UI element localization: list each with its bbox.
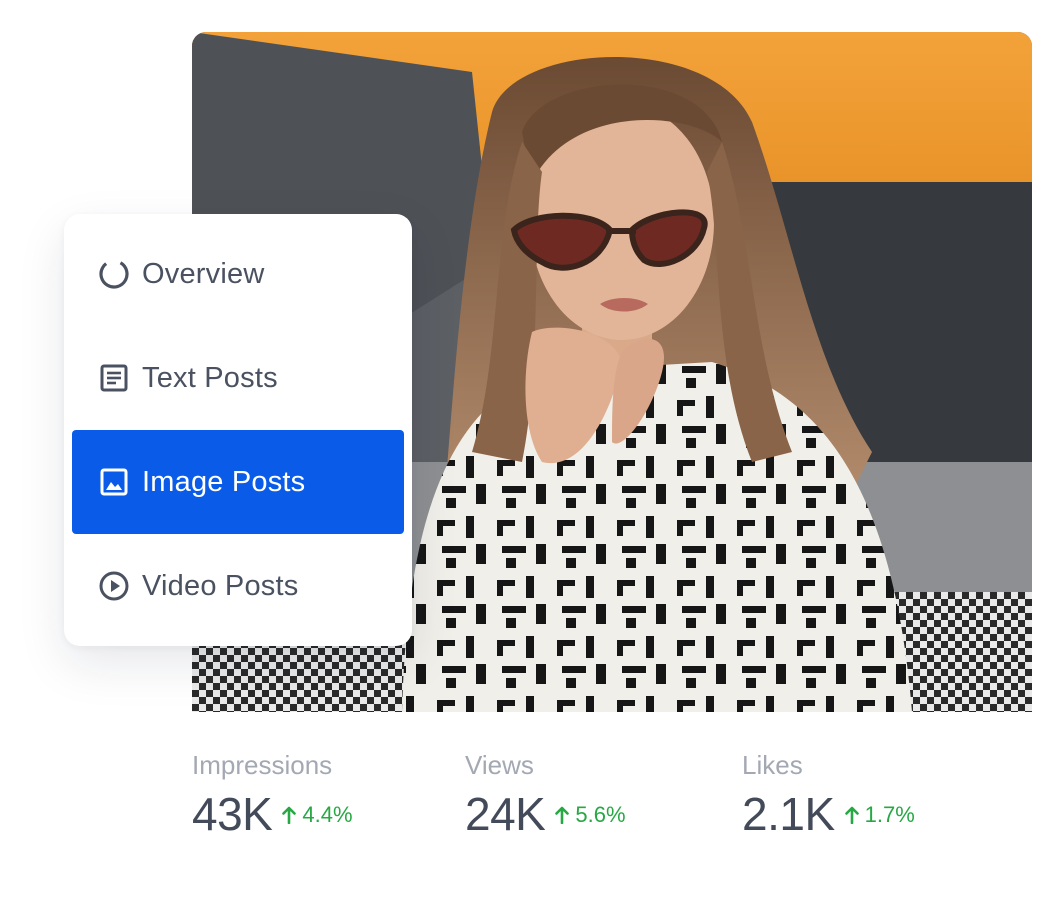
image-icon bbox=[98, 466, 130, 498]
menu-item-text-posts[interactable]: Text Posts bbox=[72, 326, 404, 430]
stat-value: 2.1K bbox=[742, 788, 835, 840]
menu-item-label: Overview bbox=[142, 257, 265, 290]
document-icon bbox=[98, 362, 130, 394]
menu-item-label: Video Posts bbox=[142, 569, 299, 602]
play-circle-icon bbox=[98, 570, 130, 602]
stat-value: 24K bbox=[465, 788, 546, 840]
menu-item-image-posts[interactable]: Image Posts bbox=[72, 430, 404, 534]
stat-change-value: 1.7% bbox=[864, 802, 915, 827]
stat-impressions: Impressions 43K 4.4% bbox=[192, 748, 353, 840]
stat-views: Views 24K 5.6% bbox=[465, 748, 626, 840]
stat-label: Views bbox=[465, 750, 534, 780]
menu-item-label: Text Posts bbox=[142, 361, 278, 394]
stat-change: 1.7% bbox=[844, 802, 915, 828]
overview-ring-icon bbox=[98, 258, 130, 290]
stat-likes: Likes 2.1K 1.7% bbox=[742, 748, 915, 840]
arrow-up-icon bbox=[282, 806, 297, 824]
stat-change-value: 4.4% bbox=[302, 802, 353, 827]
stat-change-value: 5.6% bbox=[575, 802, 626, 827]
menu-item-overview[interactable]: Overview bbox=[72, 222, 404, 326]
stat-label: Impressions bbox=[192, 750, 333, 780]
menu-item-label: Image Posts bbox=[142, 465, 306, 498]
stat-label: Likes bbox=[742, 750, 803, 780]
menu-item-video-posts[interactable]: Video Posts bbox=[72, 534, 404, 638]
stat-change: 4.4% bbox=[282, 802, 353, 828]
arrow-up-icon bbox=[844, 806, 859, 824]
stat-value: 43K bbox=[192, 788, 273, 840]
stat-change: 5.6% bbox=[555, 802, 626, 828]
arrow-up-icon bbox=[555, 806, 570, 824]
post-type-menu: Overview Text Posts Image Posts Video Po… bbox=[64, 214, 412, 646]
